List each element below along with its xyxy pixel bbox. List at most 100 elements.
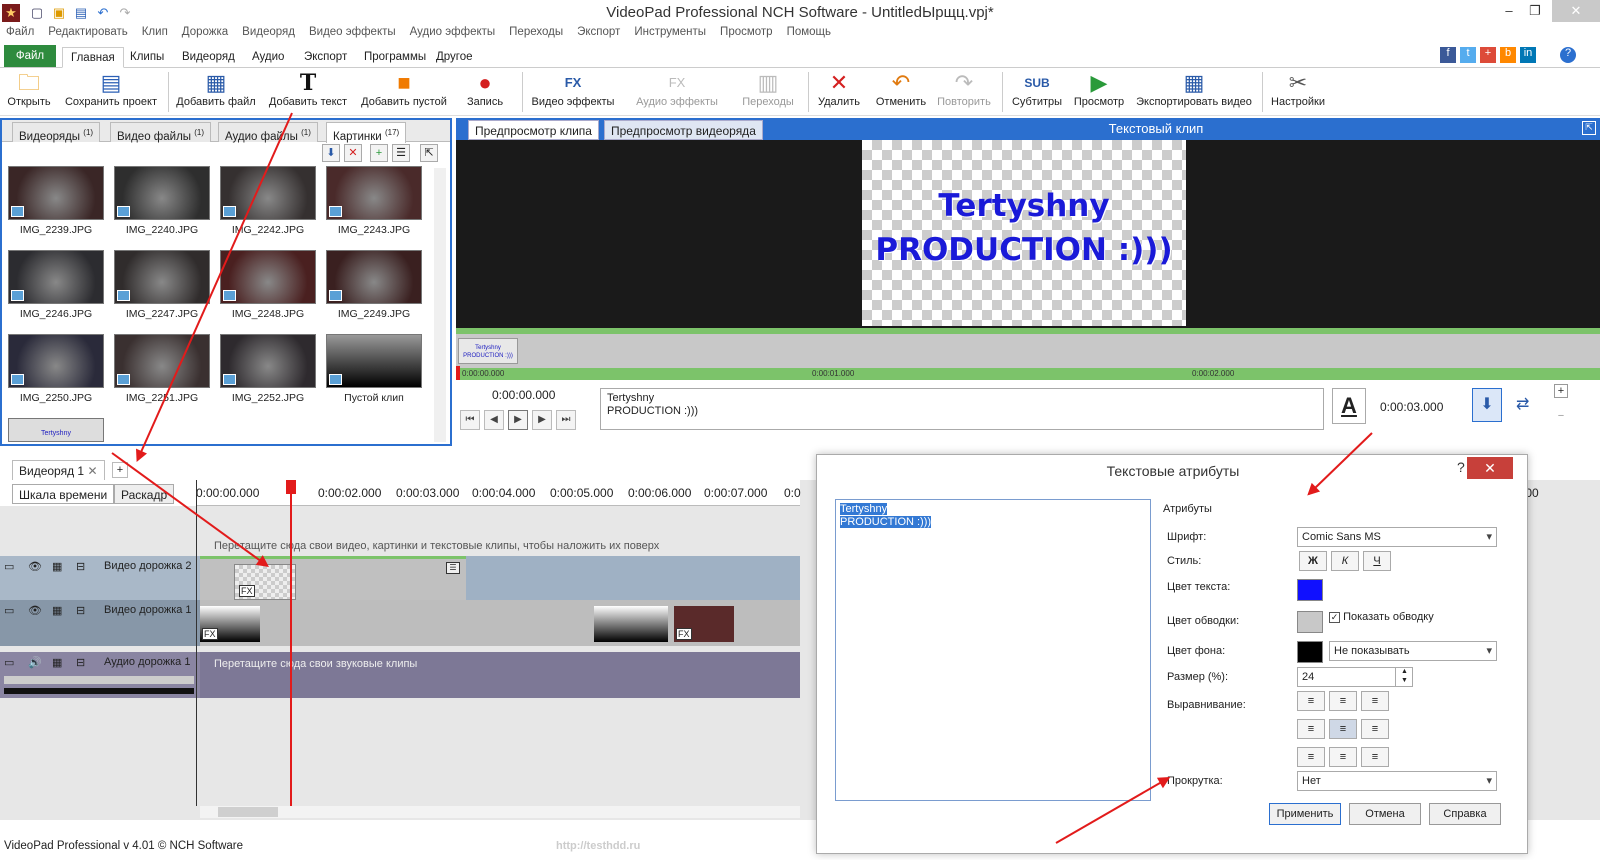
transitions-button[interactable]: ▥ Переходы xyxy=(736,70,800,114)
bottom-align-left-icon[interactable]: ≡ xyxy=(1297,747,1325,767)
video-effects-button[interactable]: FX Видео эффекты xyxy=(526,70,620,114)
lock-icon[interactable]: ⊟ xyxy=(76,560,85,573)
record-button[interactable]: ● Запись xyxy=(458,70,512,114)
media-thumbnail[interactable] xyxy=(114,334,210,388)
show-outline-checkbox[interactable]: ✓ Показать обводку xyxy=(1329,611,1434,623)
delete-button[interactable]: ✕ Удалить xyxy=(814,70,864,114)
outline-color-swatch[interactable] xyxy=(1297,611,1323,633)
dialog-help-icon[interactable]: ? xyxy=(1457,459,1465,475)
tab-storyboard-view[interactable]: Раскадр xyxy=(114,484,175,504)
step-back-icon[interactable]: ◀ xyxy=(484,410,504,430)
add-to-sequence-icon[interactable]: ⬇ xyxy=(322,144,340,162)
export-video-button[interactable]: ▦ Экспортировать видео xyxy=(1132,70,1256,114)
video-track-1[interactable]: ▭ 👁 ▦ ⊟ Видео дорожка 1 FX FX xyxy=(0,600,800,646)
blog-icon[interactable]: b xyxy=(1500,47,1516,63)
save-project-button[interactable]: ▤ Сохранить проект xyxy=(62,70,160,114)
tab-sequences[interactable]: Видеоряды (1) xyxy=(12,122,101,143)
tab-sequence[interactable]: Видеоряд xyxy=(174,47,243,68)
lock-icon[interactable]: ⊟ xyxy=(76,656,85,669)
split-icon[interactable]: ⇄ xyxy=(1516,394,1529,414)
remove-icon[interactable]: ✕ xyxy=(344,144,362,162)
lock-icon[interactable]: ⊟ xyxy=(76,604,85,617)
top-align-left-icon[interactable]: ≡ xyxy=(1297,691,1325,711)
close-window-button[interactable]: ✕ xyxy=(1552,0,1600,22)
redo-button[interactable]: ↷ Повторить xyxy=(934,70,994,114)
tab-file[interactable]: Файл xyxy=(4,45,56,67)
settings-button[interactable]: ✂ Настройки xyxy=(1266,70,1330,114)
image-clip-on-track[interactable]: FX xyxy=(674,606,734,642)
open-button[interactable]: 🗀 Открыть xyxy=(4,70,54,114)
tab-sequence-1[interactable]: Видеоряд 1 ✕ xyxy=(12,460,105,480)
add-media-icon[interactable]: + xyxy=(370,144,388,162)
maximize-button[interactable]: ❐ xyxy=(1516,0,1554,22)
play-icon[interactable]: ▶ xyxy=(508,410,528,430)
track-toggle-icon[interactable]: ▭ xyxy=(4,656,14,669)
middle-align-left-icon[interactable]: ≡ xyxy=(1297,719,1325,739)
subtitles-button[interactable]: SUB Субтитры xyxy=(1008,70,1066,114)
middle-align-right-icon[interactable]: ≡ xyxy=(1361,719,1389,739)
step-forward-icon[interactable]: ▶ xyxy=(532,410,552,430)
tab-audio-files[interactable]: Аудио файлы (1) xyxy=(218,122,318,143)
media-thumbnail[interactable] xyxy=(8,250,104,304)
text-color-swatch[interactable] xyxy=(1297,579,1323,601)
add-text-button[interactable]: T Добавить текст xyxy=(266,70,350,114)
menu-tools[interactable]: Инструменты xyxy=(634,26,706,38)
font-select[interactable]: Comic Sans MS xyxy=(1297,527,1497,547)
menu-sequence[interactable]: Видеоряд xyxy=(242,26,295,38)
video-track-2[interactable]: ▭ 👁 ▦ ⊟ Видео дорожка 2 FX ☰ xyxy=(0,556,800,600)
menu-file[interactable]: Файл xyxy=(6,26,34,38)
media-thumbnail[interactable] xyxy=(326,166,422,220)
blank-clip-on-track[interactable]: FX xyxy=(200,606,260,642)
clip-text-input[interactable]: Tertyshny PRODUCTION :))) xyxy=(600,388,1324,430)
clip-menu-icon[interactable]: ☰ xyxy=(446,562,460,574)
menu-track[interactable]: Дорожка xyxy=(182,26,228,38)
playhead-handle[interactable] xyxy=(286,480,296,494)
tab-export[interactable]: Экспорт xyxy=(296,47,355,68)
linkedin-icon[interactable]: in xyxy=(1520,47,1536,63)
facebook-icon[interactable]: f xyxy=(1440,47,1456,63)
help-button[interactable]: Справка xyxy=(1429,803,1501,825)
audio-effects-button[interactable]: FX Аудио эффекты xyxy=(630,70,724,114)
media-thumbnail[interactable] xyxy=(220,166,316,220)
scroll-select[interactable]: Нет xyxy=(1297,771,1497,791)
eye-icon[interactable]: 👁 xyxy=(28,604,42,617)
tab-video-files[interactable]: Видео файлы (1) xyxy=(110,122,212,143)
media-thumbnail[interactable] xyxy=(114,166,210,220)
bold-button[interactable]: Ж xyxy=(1299,551,1327,571)
text-clip-thumbnail[interactable]: Tertyshny xyxy=(8,418,104,442)
menu-help[interactable]: Помощь xyxy=(787,26,831,38)
media-thumbnail[interactable] xyxy=(8,334,104,388)
clip-ruler[interactable]: 0:00:00.000 0:00:01.000 0:00:02.000 xyxy=(456,366,1600,380)
place-in-sequence-icon[interactable]: ⬇ xyxy=(1472,388,1502,422)
undock-icon[interactable]: ⇱ xyxy=(420,144,438,162)
background-select[interactable]: Не показывать xyxy=(1329,641,1497,661)
tab-other[interactable]: Другое xyxy=(428,47,481,68)
twitter-icon[interactable]: t xyxy=(1460,47,1476,63)
timeline-scrollbar[interactable] xyxy=(200,806,800,818)
track-fx-icon[interactable]: ▦ xyxy=(52,560,62,573)
close-tab-icon[interactable]: ✕ xyxy=(87,464,97,478)
clip-playhead[interactable] xyxy=(456,366,460,380)
zoom-in-icon[interactable]: + xyxy=(1554,384,1568,398)
underline-button[interactable]: Ч xyxy=(1363,551,1391,571)
track-toggle-icon[interactable]: ▭ xyxy=(4,560,14,573)
menu-clip[interactable]: Клип xyxy=(142,26,168,38)
bottom-align-center-icon[interactable]: ≡ xyxy=(1329,747,1357,767)
italic-button[interactable]: К xyxy=(1331,551,1359,571)
top-align-right-icon[interactable]: ≡ xyxy=(1361,691,1389,711)
media-thumbnail[interactable] xyxy=(114,250,210,304)
timeline-playhead[interactable] xyxy=(290,482,292,806)
menu-transitions[interactable]: Переходы xyxy=(509,26,563,38)
go-start-icon[interactable]: ⏮ xyxy=(460,410,480,430)
go-end-icon[interactable]: ⏭ xyxy=(556,410,576,430)
media-thumbnail[interactable] xyxy=(326,250,422,304)
tab-clips[interactable]: Клипы xyxy=(122,47,172,68)
tab-clip-preview[interactable]: Предпросмотр клипа xyxy=(468,120,599,140)
menu-audio-effects[interactable]: Аудио эффекты xyxy=(410,26,496,38)
track-fx-icon[interactable]: ▦ xyxy=(52,656,62,669)
media-scrollbar[interactable] xyxy=(434,168,446,442)
dialog-close-button[interactable]: ✕ xyxy=(1467,457,1513,479)
background-color-swatch[interactable] xyxy=(1297,641,1323,663)
middle-align-center-icon[interactable]: ≡ xyxy=(1329,719,1357,739)
preview-button[interactable]: ▶ Просмотр xyxy=(1070,70,1128,114)
